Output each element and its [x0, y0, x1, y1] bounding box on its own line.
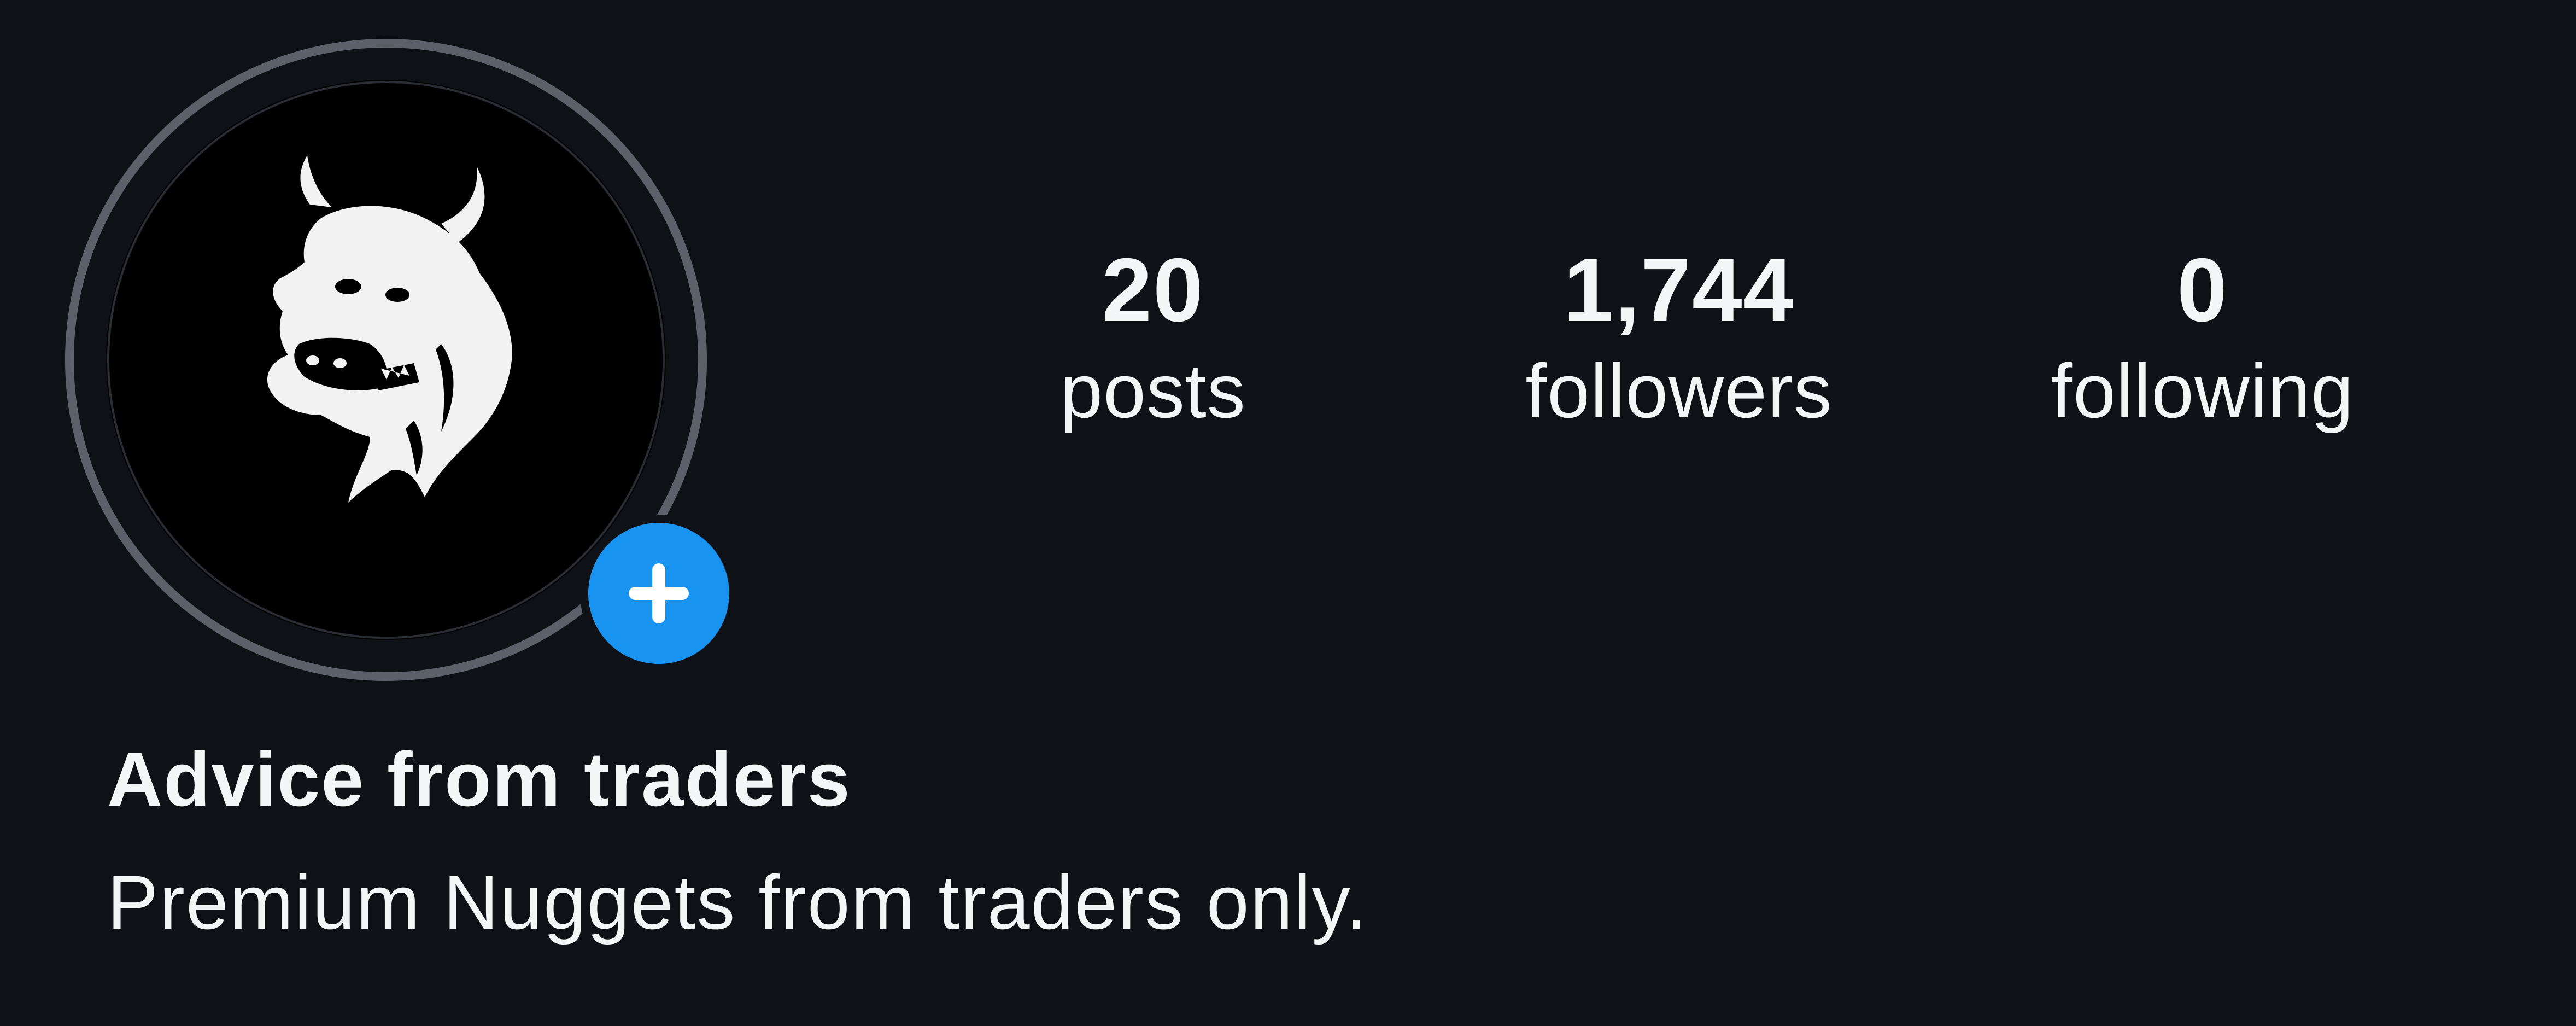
- profile-bio: Premium Nuggets from traders only.: [107, 859, 1368, 945]
- profile-display-name: Advice from traders: [107, 736, 851, 822]
- followers-count: 1,744: [1563, 240, 1795, 340]
- posts-stat[interactable]: 20 posts: [945, 241, 1361, 443]
- posts-label: posts: [1060, 348, 1246, 434]
- posts-count: 20: [1102, 240, 1204, 340]
- followers-label: followers: [1525, 348, 1833, 434]
- followers-stat[interactable]: 1,744 followers: [1471, 241, 1887, 443]
- profile-avatar[interactable]: [64, 38, 737, 682]
- following-label: following: [2051, 348, 2354, 434]
- following-count: 0: [2177, 240, 2228, 340]
- add-story-button[interactable]: [580, 515, 737, 672]
- plus-icon: [629, 563, 689, 623]
- following-stat[interactable]: 0 following: [1995, 241, 2410, 443]
